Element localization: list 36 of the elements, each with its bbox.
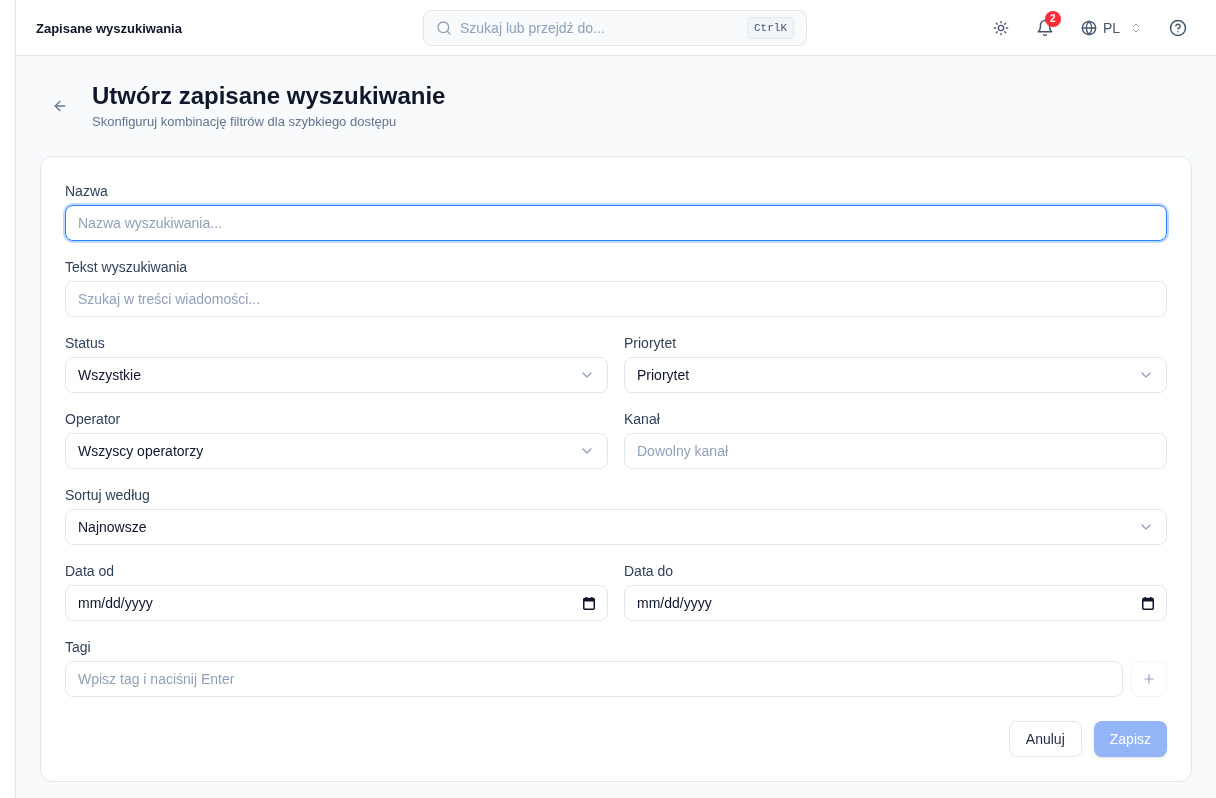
calendar-icon — [583, 596, 595, 610]
input-field[interactable]: Nazwa wyszukiwania... — [65, 205, 1167, 241]
tag-input-field[interactable]: Wpisz tag i naciśnij Enter — [65, 661, 1123, 697]
field-label: Priorytet — [624, 334, 677, 353]
shortcut-key: CtrlK — [747, 16, 794, 39]
field-label: Operator — [65, 410, 121, 429]
field-label: Sortuj według — [65, 486, 150, 505]
select-field[interactable]: Priorytet — [624, 357, 1167, 393]
select-field[interactable]: Wszystkie — [65, 357, 608, 393]
date-field[interactable]: mm/dd/yyyy — [624, 585, 1167, 621]
field-label: Nazwa — [65, 182, 108, 201]
plus-icon — [1142, 672, 1156, 686]
search-input[interactable]: Szukaj lub przejdź do... — [460, 17, 739, 38]
app-title: Zapisane wyszukiwania — [36, 20, 182, 36]
page-title: Utwórz zapisane wyszukiwanie — [92, 81, 446, 111]
page-subtitle: Skonfiguruj kombinację filtrów dla szybkiego dostępu — [92, 113, 398, 131]
field-label: Data od — [65, 562, 115, 581]
field-label: Tekst wyszukiwania — [65, 258, 188, 277]
chevron-up-down-icon — [1130, 21, 1142, 34]
calendar-icon — [1142, 596, 1154, 610]
help-icon — [1169, 18, 1187, 37]
field-label: Kanał — [624, 410, 660, 429]
notifications-button[interactable]: 2 — [1028, 11, 1061, 44]
notification-badge: 2 — [1044, 10, 1061, 27]
date-field[interactable]: mm/dd/yyyy — [65, 585, 608, 621]
select-field[interactable]: Najnowsze — [65, 509, 1167, 545]
field-label: Data do — [624, 562, 674, 581]
sun-icon — [992, 19, 1009, 36]
search-field[interactable]: Szukaj lub przejdź do... CtrlK — [423, 9, 807, 46]
globe-icon — [1080, 19, 1097, 36]
cancel-button[interactable]: Anuluj — [1008, 721, 1082, 757]
search-icon — [436, 19, 452, 36]
field-label: Tagi — [65, 638, 91, 657]
language-select[interactable]: PL — [1072, 11, 1150, 44]
field-label: Status — [65, 334, 105, 353]
select-field[interactable]: Wszyscy operatorzy — [65, 433, 608, 469]
